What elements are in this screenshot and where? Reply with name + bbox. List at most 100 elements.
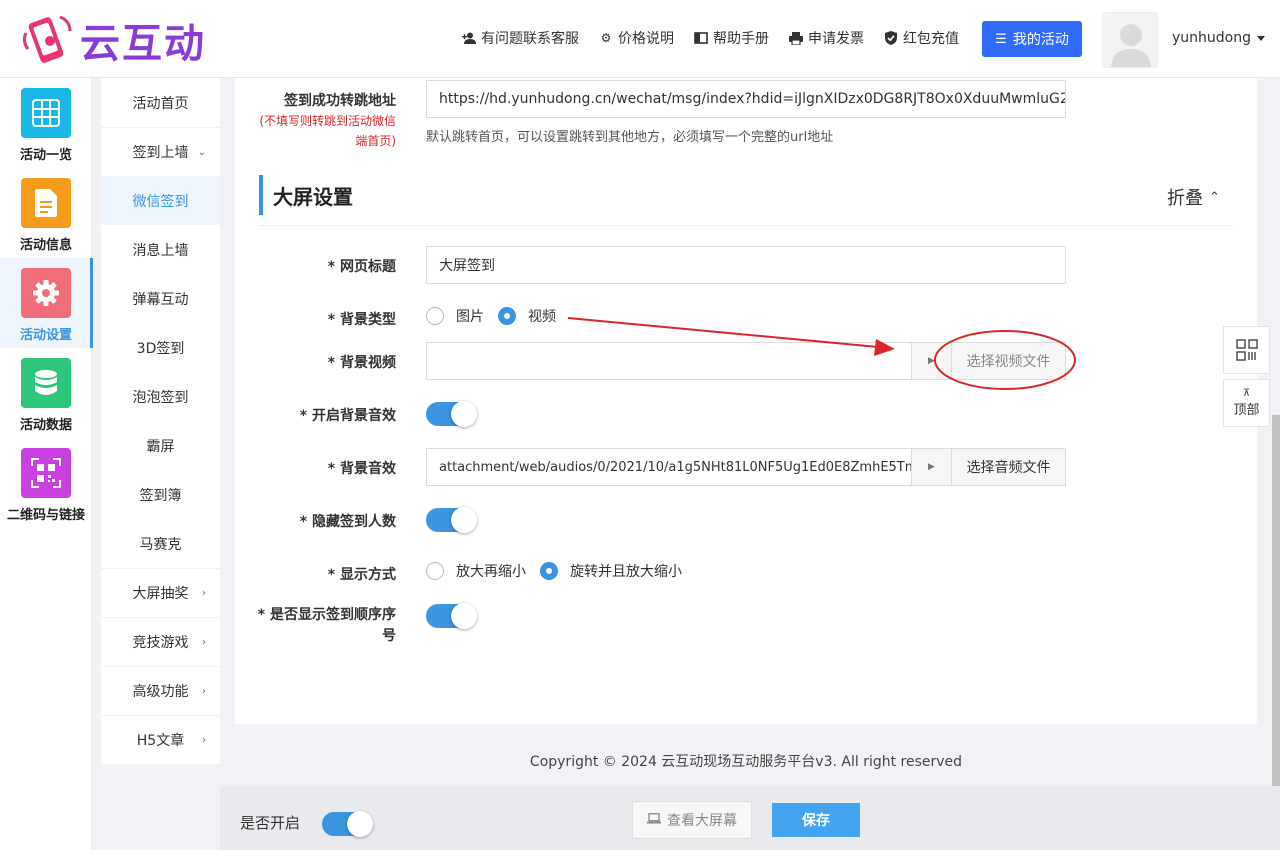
- page-title-label: * 网页标题: [327, 259, 396, 275]
- back-to-top-label: 顶部: [1233, 402, 1260, 418]
- submenu-item-games[interactable]: 竞技游戏 ›: [101, 617, 220, 666]
- brand-logo[interactable]: 云互动: [20, 10, 230, 70]
- submenu-item-h5-article[interactable]: H5文章 ›: [101, 715, 220, 764]
- primary-sidebar: 活动一览 活动信息 活动设置 活动数据 二维码与链接: [0, 78, 93, 850]
- sidebar-item-label: 活动数据: [19, 418, 72, 433]
- contact-service-link[interactable]: 有问题联系客服: [462, 28, 579, 48]
- qrcode-float-button[interactable]: [1223, 326, 1270, 374]
- select-video-file-button[interactable]: 选择视频文件: [951, 343, 1065, 379]
- qrcode-icon: [21, 448, 71, 498]
- bg-type-radio-image[interactable]: 图片: [426, 306, 484, 326]
- sidebar-item-label: 活动信息: [19, 238, 72, 253]
- display-mode-label: * 显示方式: [327, 567, 396, 583]
- view-big-screen-button[interactable]: 查看大屏幕: [632, 801, 752, 839]
- sidebar-item-activity-info[interactable]: 活动信息: [0, 168, 92, 258]
- submenu-item-screen-takeover[interactable]: 霸屏: [101, 421, 220, 470]
- play-icon[interactable]: ▶: [911, 449, 951, 485]
- brand-name: 云互动: [80, 21, 206, 67]
- submenu-item-label: 竞技游戏: [132, 635, 189, 651]
- submenu-item-mosaic[interactable]: 马赛克: [101, 519, 220, 568]
- user-plus-icon: [462, 31, 476, 45]
- submenu-item-wechat-signin[interactable]: 微信签到: [101, 176, 220, 225]
- display-mode-radio-rotate-zoom[interactable]: 旋转并且放大缩小: [540, 561, 682, 581]
- radio-label: 视频: [528, 309, 556, 325]
- select-audio-file-button[interactable]: 选择音频文件: [951, 449, 1065, 485]
- invoice-label: 申请发票: [808, 31, 864, 47]
- grid-icon: [21, 88, 71, 138]
- chevron-down-icon: ⌄: [197, 146, 206, 158]
- bg-sound-label: * 背景音效: [327, 461, 396, 477]
- enable-toggle[interactable]: [322, 811, 373, 837]
- redirect-url-note: (不填写则转跳到活动微信端首页): [259, 114, 396, 148]
- save-button[interactable]: 保存: [772, 803, 860, 837]
- sidebar-item-activity-list[interactable]: 活动一览: [0, 78, 92, 168]
- radio-circle-checked: [498, 307, 516, 325]
- my-activity-button[interactable]: ☰ 我的活动: [982, 21, 1082, 57]
- bg-type-label: * 背景类型: [327, 312, 396, 328]
- submenu-item-danmaku[interactable]: 弹幕互动: [101, 274, 220, 323]
- submenu-item-message-wall[interactable]: 消息上墙: [101, 225, 220, 274]
- sidebar-item-activity-settings[interactable]: 活动设置: [0, 258, 93, 348]
- submenu-item-activity-home[interactable]: 活动首页: [101, 78, 220, 127]
- my-activity-label: 我的活动: [1012, 32, 1069, 48]
- collapse-label: 折叠: [1167, 188, 1203, 209]
- chevron-right-icon: ›: [202, 636, 206, 648]
- hide-count-toggle[interactable]: [426, 507, 477, 533]
- qrcode-icon: [1235, 339, 1258, 361]
- play-icon[interactable]: ▶: [911, 343, 951, 379]
- database-icon: [21, 358, 71, 408]
- submenu-item-label: 活动首页: [132, 95, 189, 112]
- avatar[interactable]: [1102, 12, 1158, 68]
- copyright-text: Copyright © 2024 云互动现场互动服务平台v3. All righ…: [529, 754, 963, 770]
- user-menu[interactable]: yunhudong: [1172, 30, 1265, 46]
- page-scrollbar[interactable]: [1272, 415, 1280, 850]
- show-order-label: * 是否显示签到顺序序号: [257, 607, 396, 644]
- submenu-item-signin-wall[interactable]: 签到上墙 ⌄: [101, 127, 220, 176]
- bg-video-path-input[interactable]: [427, 343, 911, 379]
- redpacket-recharge-link[interactable]: 红包充值: [884, 28, 959, 48]
- back-to-top-button[interactable]: ⊼ 顶部: [1223, 379, 1270, 427]
- radio-circle-checked: [540, 562, 558, 580]
- submenu-item-advanced[interactable]: 高级功能 ›: [101, 666, 220, 715]
- submenu-item-lottery[interactable]: 大屏抽奖 ›: [101, 568, 220, 617]
- submenu-item-signin-book[interactable]: 签到簿: [101, 470, 220, 519]
- bg-sound-path-input[interactable]: attachment/web/audios/0/2021/10/a1g5NHt8…: [427, 449, 911, 485]
- top-header: 云互动 有问题联系客服 ⚙ 价格说明 帮助手册 申请发票 红包充值 ☰ 我的活动…: [0, 0, 1280, 78]
- view-big-screen-label: 查看大屏幕: [667, 813, 737, 829]
- collapse-toggle[interactable]: 折叠 ⌃: [1167, 184, 1220, 210]
- display-mode-radio-zoom[interactable]: 放大再缩小: [426, 561, 526, 581]
- submenu-item-3d-signin[interactable]: 3D签到: [101, 323, 220, 372]
- chevron-right-icon: ›: [202, 587, 206, 599]
- invoice-link[interactable]: 申请发票: [789, 28, 864, 48]
- phone-logo-icon: [20, 11, 76, 69]
- submenu-item-label: 泡泡签到: [132, 389, 189, 406]
- list-icon: ☰: [995, 31, 1007, 47]
- sidebar-item-activity-data[interactable]: 活动数据: [0, 348, 92, 438]
- show-order-toggle[interactable]: [426, 603, 477, 629]
- radio-label: 图片: [456, 309, 484, 325]
- redirect-url-label: 签到成功转跳地址: [284, 93, 396, 109]
- pricing-link[interactable]: ⚙ 价格说明: [599, 28, 674, 48]
- submenu-item-label: 霸屏: [146, 438, 175, 455]
- sidebar-item-qrcode-links[interactable]: 二维码与链接: [0, 438, 92, 528]
- bg-sound-enable-toggle[interactable]: [426, 401, 477, 427]
- submenu-item-bubble-signin[interactable]: 泡泡签到: [101, 372, 220, 421]
- submenu-item-label: 微信签到: [132, 193, 189, 210]
- submenu-item-label: H5文章: [136, 733, 185, 749]
- redirect-url-input[interactable]: https://hd.yunhudong.cn/wechat/msg/index…: [426, 80, 1066, 118]
- bg-type-radio-video[interactable]: 视频: [498, 306, 556, 326]
- help-manual-label: 帮助手册: [713, 31, 769, 47]
- help-manual-link[interactable]: 帮助手册: [694, 28, 769, 48]
- submenu-item-label: 马赛克: [139, 536, 182, 553]
- laptop-icon: [647, 813, 661, 827]
- enable-label: 是否开启: [240, 814, 301, 832]
- submenu-item-label: 弹幕互动: [132, 291, 189, 308]
- bg-video-file-group: ▶ 选择视频文件: [426, 342, 1066, 380]
- radio-label: 旋转并且放大缩小: [570, 564, 682, 580]
- radio-label: 放大再缩小: [456, 564, 526, 580]
- bg-sound-file-group: attachment/web/audios/0/2021/10/a1g5NHt8…: [426, 448, 1066, 486]
- page-title-input[interactable]: 大屏签到: [426, 246, 1066, 284]
- hide-count-label: * 隐藏签到人数: [299, 514, 396, 530]
- settings-panel: 签到成功转跳地址 (不填写则转跳到活动微信端首页) https://hd.yun…: [235, 78, 1257, 724]
- bg-video-label: * 背景视频: [327, 355, 396, 371]
